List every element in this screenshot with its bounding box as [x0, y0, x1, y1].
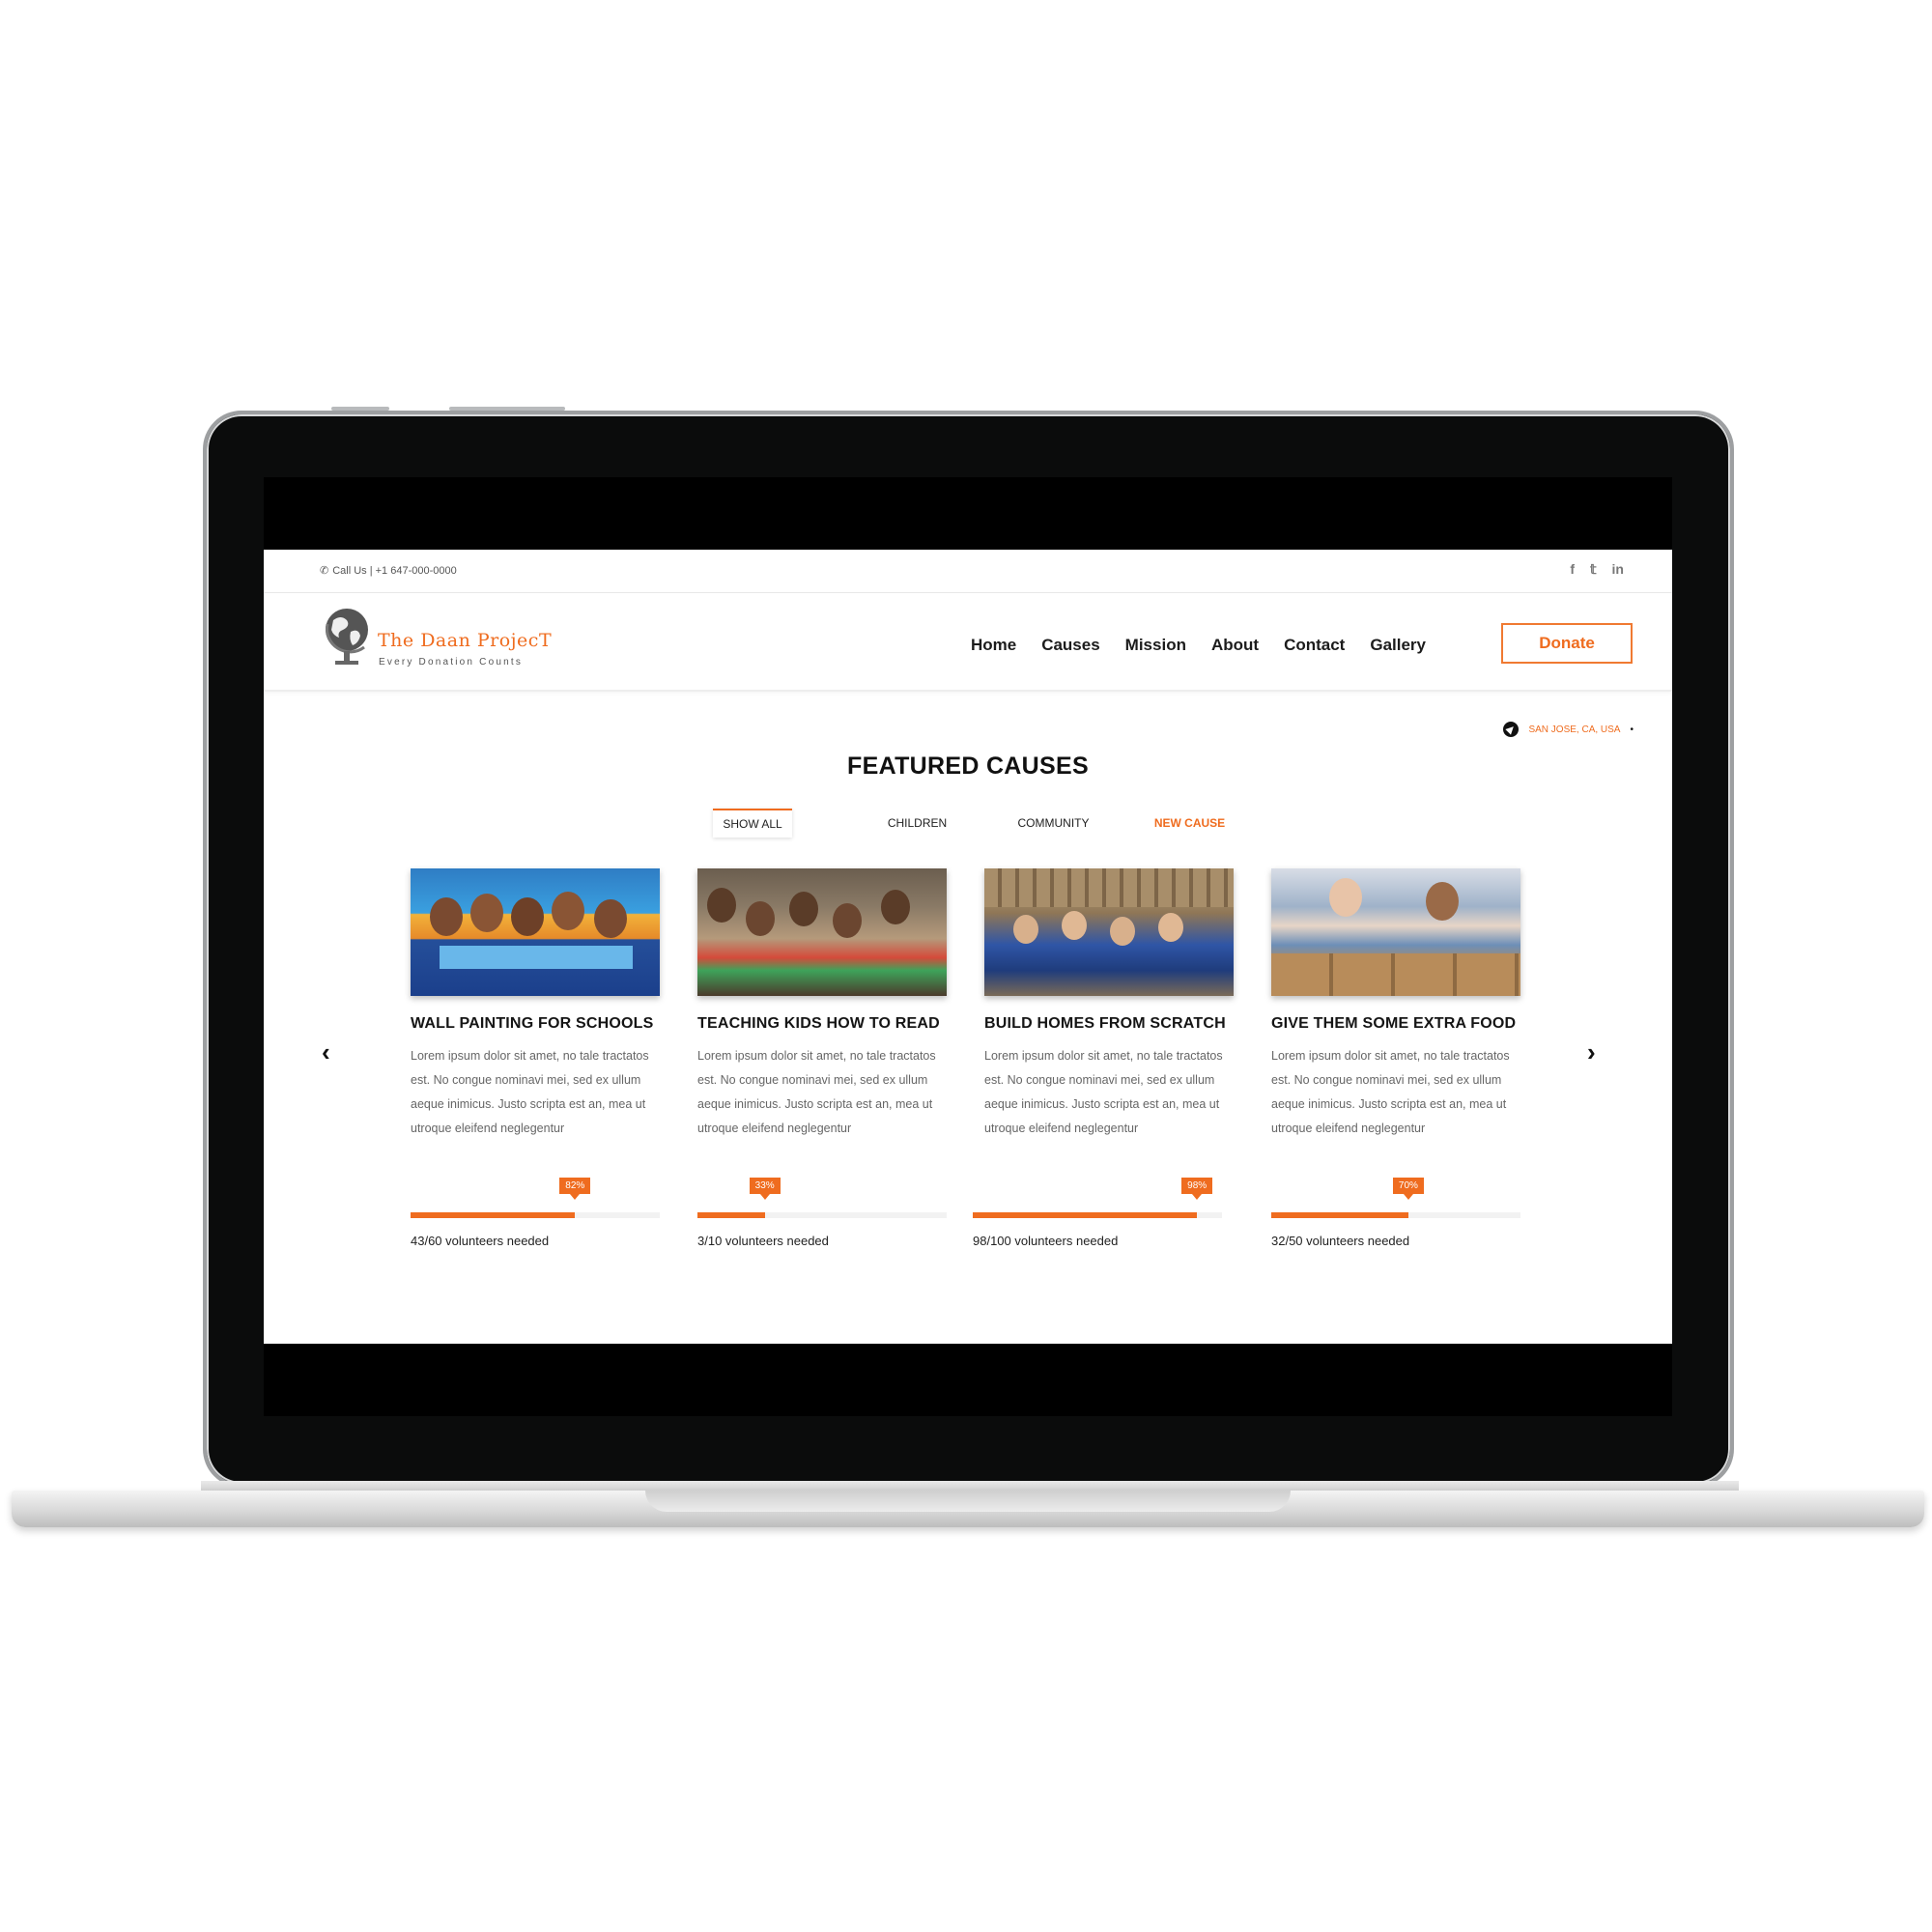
- cause-card[interactable]: BUILD HOMES FROM SCRATCH Lorem ipsum dol…: [973, 868, 1237, 1248]
- progress-bar: 33%: [697, 1178, 947, 1218]
- progress-badge: 70%: [1392, 1178, 1424, 1200]
- laptop-edge-button: [449, 407, 565, 411]
- main-nav: Home Causes Mission About Contact Galler…: [971, 636, 1426, 655]
- cause-image: [984, 868, 1234, 996]
- filter-children[interactable]: CHILDREN: [849, 809, 985, 838]
- navigation-arrow-icon: [1503, 722, 1520, 737]
- volunteers-needed: 43/60 volunteers needed: [411, 1234, 550, 1248]
- top-bar: ✆ Call Us | +1 647-000-0000 f 𝕥 in: [264, 550, 1672, 593]
- nav-contact[interactable]: Contact: [1284, 636, 1345, 655]
- nav-causes[interactable]: Causes: [1041, 636, 1099, 655]
- website: ✆ Call Us | +1 647-000-0000 f 𝕥 in The D…: [264, 550, 1672, 1344]
- donate-button[interactable]: Donate: [1501, 623, 1633, 664]
- volunteers-needed: 98/100 volunteers needed: [973, 1234, 1119, 1248]
- nav-about[interactable]: About: [1211, 636, 1259, 655]
- carousel-prev-icon[interactable]: ‹: [322, 1039, 330, 1065]
- globe-icon: [326, 609, 368, 665]
- cause-image: [1271, 868, 1520, 996]
- site-header: The Daan ProjecT Every Donation Counts H…: [264, 593, 1672, 692]
- cause-description: Lorem ipsum dolor sit amet, no tale trac…: [984, 1049, 1223, 1135]
- dot-icon: •: [1630, 724, 1634, 735]
- cause-title: WALL PAINTING FOR SCHOOLS: [411, 1015, 654, 1032]
- progress-fill: [1271, 1212, 1408, 1218]
- cause-card[interactable]: WALL PAINTING FOR SCHOOLS Lorem ipsum do…: [411, 868, 664, 1248]
- cause-description: Lorem ipsum dolor sit amet, no tale trac…: [411, 1049, 649, 1135]
- brand-tagline: Every Donation Counts: [379, 657, 524, 668]
- volunteers-needed: 32/50 volunteers needed: [1271, 1234, 1410, 1248]
- twitter-icon[interactable]: 𝕥: [1590, 561, 1597, 578]
- progress-bar: 70%: [1271, 1178, 1520, 1218]
- laptop-edge-button: [331, 407, 389, 411]
- cause-description: Lorem ipsum dolor sit amet, no tale trac…: [1271, 1049, 1510, 1135]
- cause-filters: SHOW ALL CHILDREN COMMUNITY NEW CAUSE: [713, 809, 1258, 838]
- laptop-opening-notch: [645, 1491, 1291, 1512]
- nav-gallery[interactable]: Gallery: [1370, 636, 1426, 655]
- logo[interactable]: The Daan ProjecT Every Donation Counts: [320, 603, 571, 680]
- cause-description: Lorem ipsum dolor sit amet, no tale trac…: [697, 1049, 936, 1135]
- progress-badge: 82%: [559, 1178, 591, 1200]
- progress-bar: 82%: [411, 1178, 660, 1218]
- progress-fill: [973, 1212, 1198, 1218]
- progress-fill: [411, 1212, 576, 1218]
- linkedin-icon[interactable]: in: [1612, 561, 1624, 578]
- laptop-screen: ✆ Call Us | +1 647-000-0000 f 𝕥 in The D…: [264, 477, 1672, 1416]
- cause-card[interactable]: TEACHING KIDS HOW TO READ Lorem ipsum do…: [697, 868, 951, 1248]
- progress-badge: 33%: [749, 1178, 781, 1200]
- nav-home[interactable]: Home: [971, 636, 1016, 655]
- location-indicator[interactable]: SAN JOSE, CA, USA •: [1503, 722, 1634, 737]
- filter-show-all[interactable]: SHOW ALL: [713, 809, 792, 838]
- call-info[interactable]: ✆ Call Us | +1 647-000-0000: [320, 564, 457, 578]
- brand-name: The Daan ProjecT: [378, 630, 553, 651]
- location-text: SAN JOSE, CA, USA: [1528, 724, 1621, 735]
- cause-title: TEACHING KIDS HOW TO READ: [697, 1015, 940, 1032]
- filter-new-cause[interactable]: NEW CAUSE: [1122, 809, 1258, 838]
- carousel-next-icon[interactable]: ›: [1587, 1039, 1596, 1065]
- social-links: f 𝕥 in: [1570, 561, 1624, 578]
- progress-fill: [697, 1212, 765, 1218]
- progress-badge: 98%: [1181, 1178, 1213, 1200]
- section-title: FEATURED CAUSES: [847, 753, 1089, 780]
- cause-card[interactable]: GIVE THEM SOME EXTRA FOOD Lorem ipsum do…: [1271, 868, 1524, 1248]
- cause-image: [411, 868, 660, 996]
- cause-title: GIVE THEM SOME EXTRA FOOD: [1271, 1015, 1517, 1032]
- nav-mission[interactable]: Mission: [1125, 636, 1186, 655]
- volunteers-needed: 3/10 volunteers needed: [697, 1234, 829, 1248]
- phone-icon: ✆: [320, 565, 329, 577]
- facebook-icon[interactable]: f: [1570, 561, 1575, 578]
- cause-image: [697, 868, 947, 996]
- cause-title: BUILD HOMES FROM SCRATCH: [984, 1015, 1226, 1032]
- filter-community[interactable]: COMMUNITY: [985, 809, 1122, 838]
- progress-bar: 98%: [973, 1178, 1222, 1218]
- call-text: Call Us | +1 647-000-0000: [332, 564, 457, 577]
